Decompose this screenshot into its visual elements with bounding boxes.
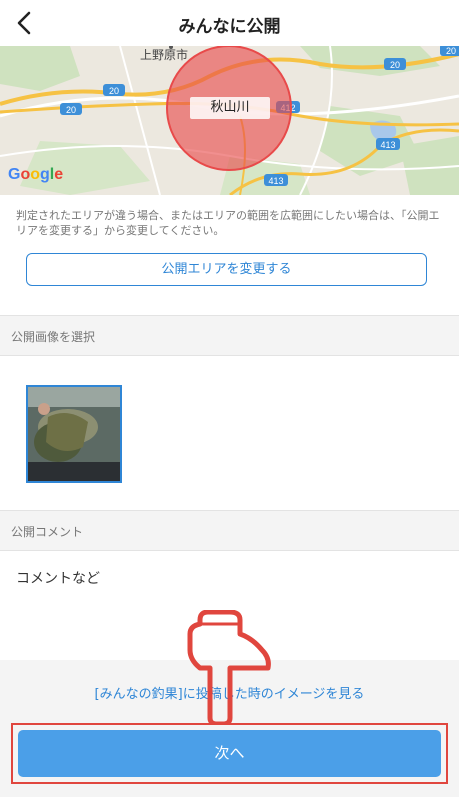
pointing-hand-icon <box>178 609 278 729</box>
route-shield: 20 <box>103 84 125 96</box>
comment-field[interactable]: コメントなど <box>16 568 100 588</box>
svg-text:20: 20 <box>66 105 76 115</box>
svg-text:20: 20 <box>446 46 456 56</box>
section-heading-comment: 公開コメント <box>0 511 459 550</box>
route-shield: 20 <box>384 58 406 70</box>
google-logo: Google <box>8 166 64 183</box>
svg-text:20: 20 <box>390 60 400 70</box>
route-shield: 20 <box>60 103 82 115</box>
section-heading-image: 公開画像を選択 <box>0 316 459 355</box>
change-area-button[interactable]: 公開エリアを変更する <box>26 253 427 286</box>
selected-image-thumbnail[interactable] <box>26 385 122 483</box>
route-shield: 413 <box>264 174 288 186</box>
divider <box>0 550 459 551</box>
divider <box>0 355 459 356</box>
page-title: みんなに公開 <box>178 17 281 37</box>
svg-text:413: 413 <box>380 140 395 150</box>
nav-header: みんなに公開 <box>0 0 459 46</box>
map-center-label: 秋山川 <box>190 97 270 119</box>
map-roads: 20 20 20 20 412 413 413 <box>0 46 459 195</box>
next-button[interactable]: 次へ <box>18 730 441 777</box>
svg-text:413: 413 <box>268 176 283 186</box>
route-shield: 413 <box>376 138 400 150</box>
fish-photo <box>28 387 120 481</box>
map-place-label: 上野原市 <box>140 48 189 62</box>
area-map[interactable]: 20 20 20 20 412 413 413 上野原市 秋 <box>0 46 459 195</box>
route-shield: 20 <box>440 46 459 56</box>
svg-text:20: 20 <box>109 86 119 96</box>
area-note: 判定されたエリアが違う場合、またはエリアの範囲を広範囲にしたい場合は、「公開エリ… <box>16 209 440 237</box>
